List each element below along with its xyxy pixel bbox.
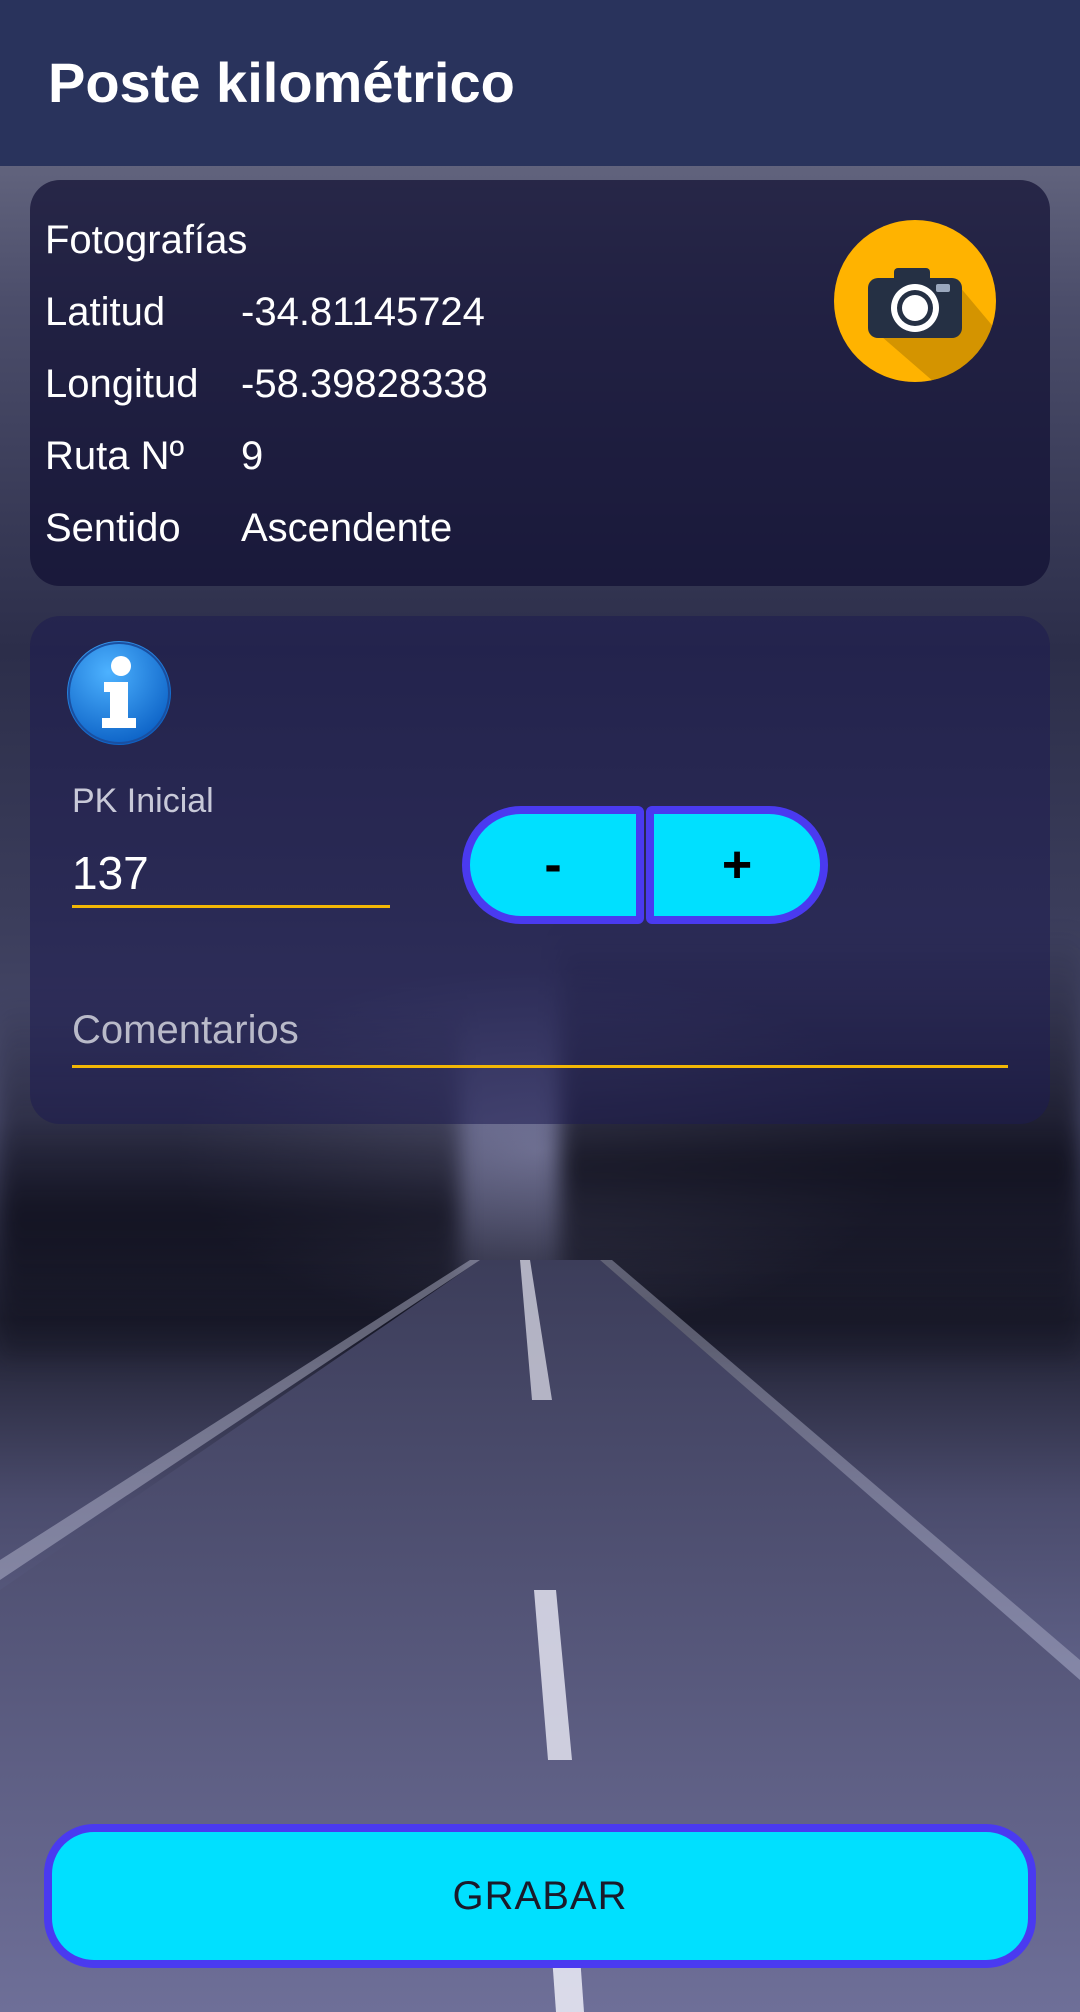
latitude-label: Latitud [45, 290, 166, 334]
take-photo-button[interactable] [834, 220, 996, 382]
latitude-value: -34.81145724 [241, 290, 485, 334]
info-button[interactable] [66, 640, 172, 746]
location-card: Fotografías Latitud -34.81145724 Longitu… [30, 180, 1050, 586]
pk-initial-label: PK Inicial [72, 782, 214, 820]
increment-button[interactable]: + [646, 806, 828, 924]
longitude-value: -58.39828338 [241, 362, 488, 406]
decrement-button[interactable]: - [462, 806, 644, 924]
pk-initial-input[interactable] [72, 840, 390, 908]
page-title: Poste kilométrico [48, 51, 515, 114]
route-value: 9 [241, 434, 264, 478]
camera-icon [868, 268, 996, 382]
longitude-label: Longitud [45, 362, 199, 406]
info-icon [67, 641, 171, 745]
comments-input[interactable] [72, 996, 1008, 1068]
app-bar: Poste kilométrico [0, 0, 1080, 166]
photos-title: Fotografías [45, 218, 248, 262]
save-button[interactable]: GRABAR [44, 1824, 1036, 1968]
direction-label: Sentido [45, 506, 181, 550]
kilometer-form-card: PK Inicial - + [30, 616, 1050, 1124]
direction-value: Ascendente [241, 506, 453, 550]
route-label: Ruta Nº [45, 434, 185, 478]
